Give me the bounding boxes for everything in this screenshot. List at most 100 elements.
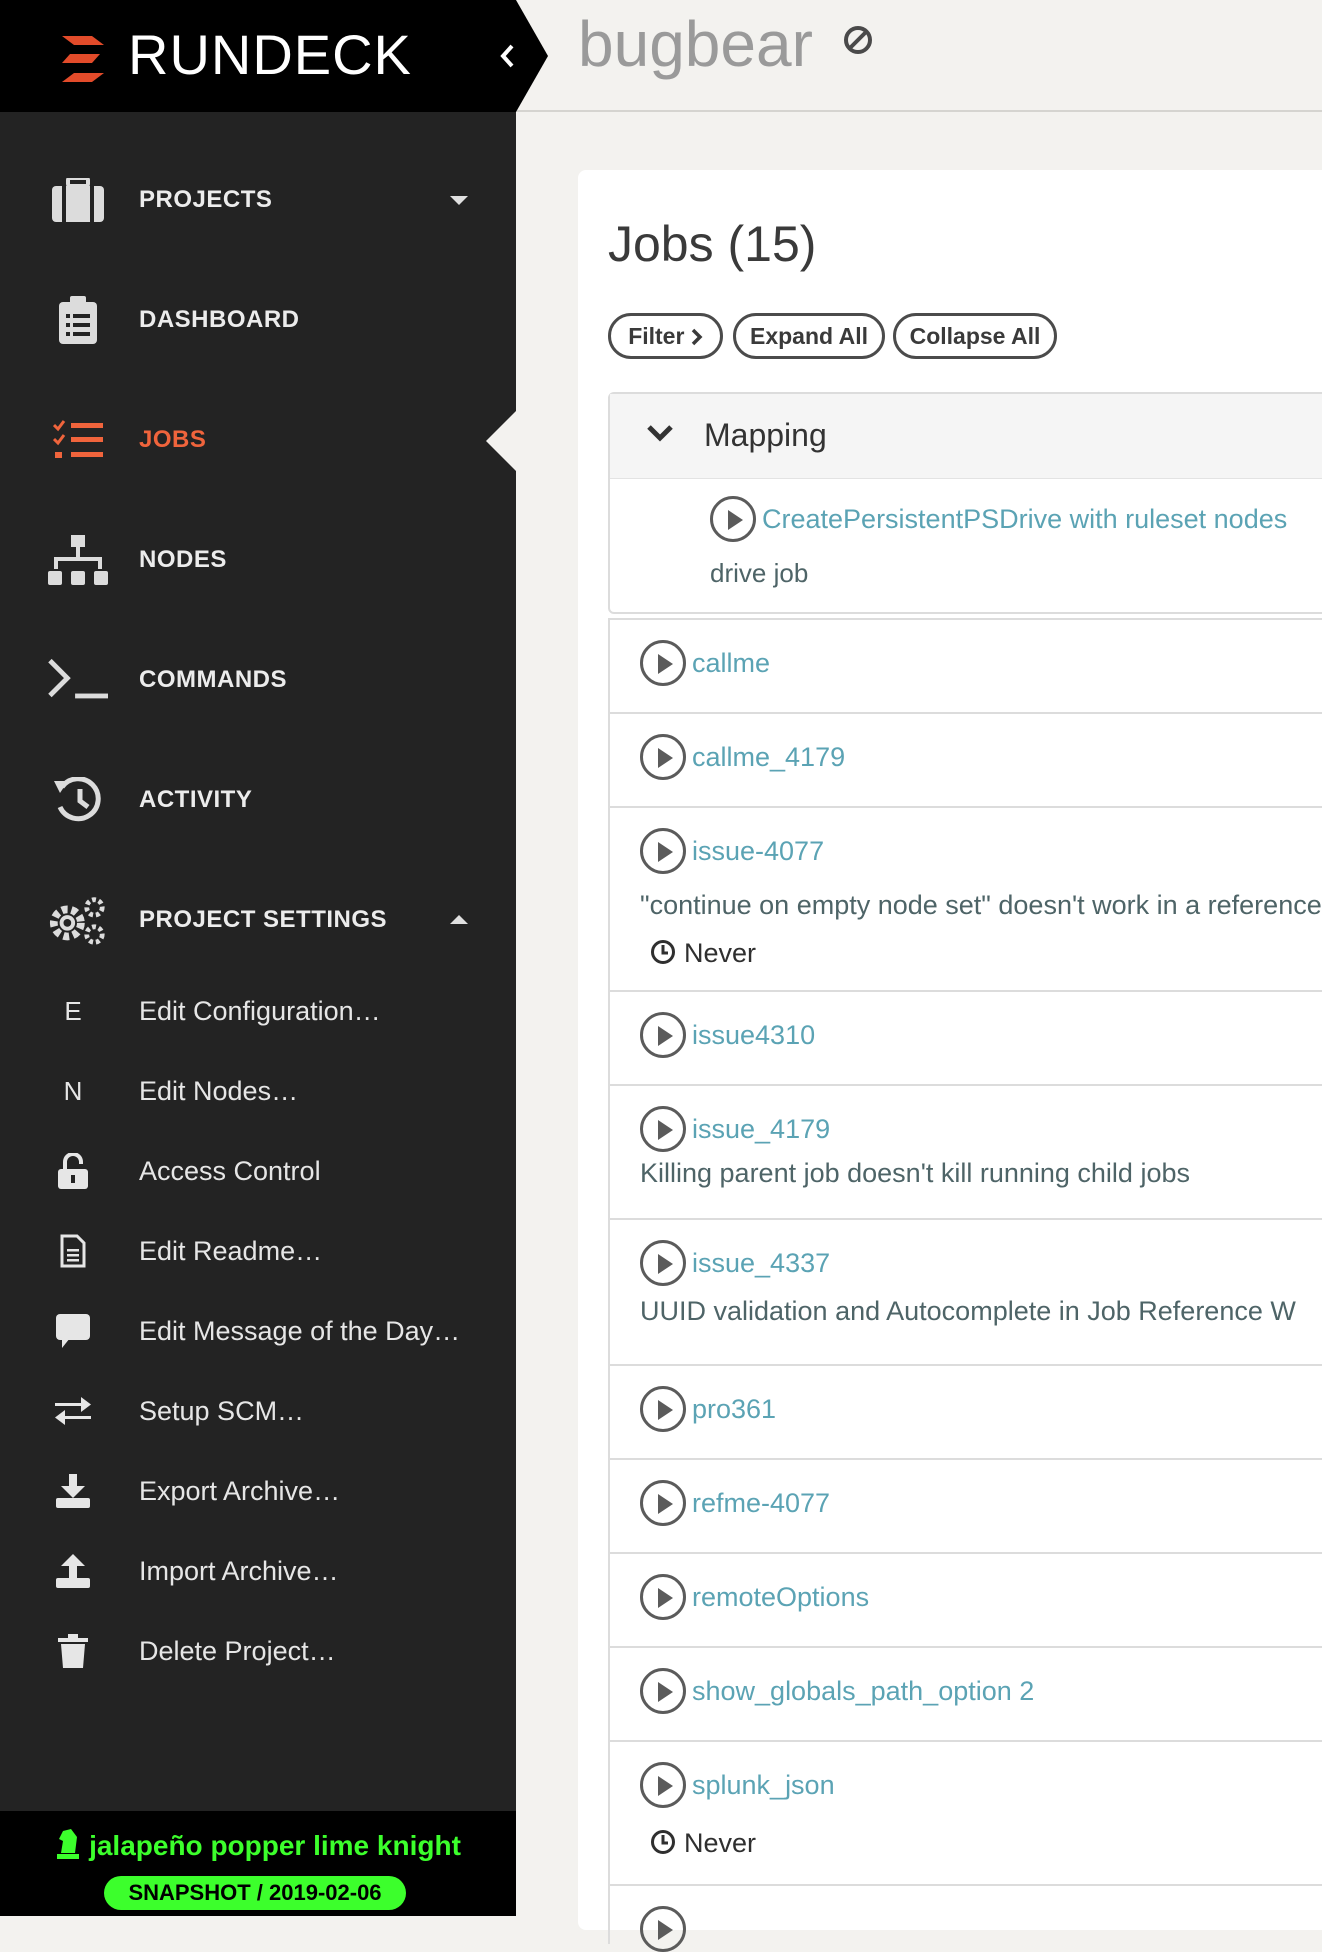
job-row: issue-4077 "continue on empty node set" … — [608, 806, 1322, 990]
letter-e-icon: E — [64, 995, 82, 1026]
nav-commands-label: COMMANDS — [139, 666, 287, 693]
settings-import-archive[interactable]: Import Archive… — [0, 1536, 516, 1606]
settings-export-archive[interactable]: Export Archive… — [0, 1456, 516, 1526]
job-link[interactable]: issue4310 — [692, 1020, 815, 1050]
terminal-icon — [48, 640, 108, 720]
job-row: show_globals_path_option 2 — [608, 1646, 1322, 1740]
play-icon[interactable] — [640, 1906, 686, 1952]
job-link[interactable]: callme_4179 — [692, 742, 845, 772]
job-description: drive job — [710, 558, 809, 588]
settings-edit-configuration[interactable]: E Edit Configuration… — [0, 976, 516, 1046]
job-group-mapping: Mapping CreatePersistentPSDrive with rul… — [608, 392, 1322, 614]
settings-item-label: Access Control — [139, 1156, 321, 1186]
settings-item-label: Export Archive… — [139, 1476, 341, 1506]
job-link[interactable]: callme — [692, 648, 770, 678]
nav-project-settings-label: PROJECT SETTINGS — [139, 906, 388, 933]
brand-name: RUNDECK — [128, 23, 412, 86]
job-row: remoteOptions — [608, 1552, 1322, 1646]
nav-projects[interactable]: PROJECTS — [0, 160, 516, 240]
play-icon[interactable] — [640, 1240, 686, 1286]
collapse-all-button[interactable]: Collapse All — [893, 313, 1057, 359]
play-icon[interactable] — [640, 1480, 686, 1526]
nav-jobs[interactable]: JOBS — [0, 400, 516, 480]
job-description: Killing parent job doesn't kill running … — [640, 1158, 1190, 1188]
settings-access-control[interactable]: Access Control — [0, 1136, 516, 1206]
brand-bar[interactable]: RUNDECK — [0, 0, 516, 112]
nav-nodes-label: NODES — [139, 546, 227, 573]
version-name: jalapeño popper lime knight — [0, 1829, 516, 1862]
play-icon[interactable] — [710, 496, 756, 542]
transfer-icon — [50, 1376, 96, 1446]
briefcase-icon — [48, 160, 108, 240]
play-icon[interactable] — [640, 640, 686, 686]
chevron-down-icon — [450, 196, 468, 205]
settings-edit-nodes[interactable]: N Edit Nodes… — [0, 1056, 516, 1126]
job-link[interactable]: remoteOptions — [692, 1582, 869, 1612]
play-icon[interactable] — [640, 1574, 686, 1620]
ban-icon — [844, 26, 872, 54]
filter-button[interactable]: Filter — [608, 313, 723, 359]
rundeck-logo-icon — [62, 36, 104, 82]
nav-project-settings[interactable]: PROJECT SETTINGS — [0, 880, 516, 960]
job-schedule-text: Never — [684, 1828, 757, 1858]
job-row: callme — [608, 618, 1322, 712]
play-icon[interactable] — [640, 1106, 686, 1152]
page-title: Jobs (15) — [608, 216, 817, 272]
job-row — [608, 1884, 1322, 1952]
job-row: pro361 — [608, 1364, 1322, 1458]
job-link[interactable]: show_globals_path_option 2 — [692, 1676, 1034, 1706]
job-link[interactable]: splunk_json — [692, 1770, 835, 1800]
settings-item-label: Edit Readme… — [139, 1236, 323, 1266]
group-title: Mapping — [704, 417, 827, 453]
job-link[interactable]: issue_4337 — [692, 1248, 830, 1278]
nav-commands[interactable]: COMMANDS — [0, 640, 516, 720]
nav-activity-label: ACTIVITY — [139, 786, 253, 813]
play-icon[interactable] — [640, 828, 686, 874]
clipboard-icon — [48, 280, 108, 360]
job-link[interactable]: CreatePersistentPSDrive with ruleset nod… — [762, 504, 1287, 534]
settings-edit-readme[interactable]: Edit Readme… — [0, 1216, 516, 1286]
nav-dashboard[interactable]: DASHBOARD — [0, 280, 516, 360]
job-schedule: Never — [650, 938, 756, 969]
clock-icon — [651, 940, 675, 964]
settings-setup-scm[interactable]: Setup SCM… — [0, 1376, 516, 1446]
play-icon[interactable] — [640, 1762, 686, 1808]
expand-all-button[interactable]: Expand All — [733, 313, 885, 359]
chevron-left-icon[interactable] — [500, 44, 514, 68]
job-schedule: Never — [650, 1828, 756, 1859]
job-link[interactable]: pro361 — [692, 1394, 776, 1424]
project-title: bugbear — [578, 8, 813, 80]
snapshot-badge: SNAPSHOT / 2019-02-06 — [104, 1876, 406, 1910]
chevron-up-icon — [450, 915, 468, 924]
settings-edit-motd[interactable]: Edit Message of the Day… — [0, 1296, 516, 1366]
chevron-right-icon — [691, 328, 703, 346]
sidebar: RUNDECK PROJECTS DASHBOARD JOBS NODES CO… — [0, 0, 516, 1916]
settings-item-label: Edit Configuration… — [139, 996, 381, 1026]
sidebar-collapse-tab[interactable] — [516, 0, 548, 112]
upload-icon — [50, 1536, 96, 1606]
settings-item-label: Setup SCM… — [139, 1396, 305, 1426]
play-icon[interactable] — [640, 1386, 686, 1432]
job-link[interactable]: refme-4077 — [692, 1488, 830, 1518]
nav-activity[interactable]: ACTIVITY — [0, 760, 516, 840]
nav-nodes[interactable]: NODES — [0, 520, 516, 600]
settings-delete-project[interactable]: Delete Project… — [0, 1616, 516, 1686]
play-icon[interactable] — [640, 1668, 686, 1714]
file-icon — [50, 1216, 96, 1286]
play-icon[interactable] — [640, 1012, 686, 1058]
chess-knight-icon — [57, 1829, 80, 1859]
cogs-icon — [48, 880, 108, 960]
version-name-text: jalapeño popper lime knight — [89, 1830, 461, 1861]
play-icon[interactable] — [640, 734, 686, 780]
filter-button-label: Filter — [628, 323, 685, 349]
nav-projects-label: PROJECTS — [139, 186, 273, 213]
group-header[interactable]: Mapping — [610, 394, 1322, 479]
job-row: splunk_json Never — [608, 1740, 1322, 1884]
job-description: "continue on empty node set" doesn't wor… — [640, 890, 1322, 920]
job-link[interactable]: issue-4077 — [692, 836, 824, 866]
history-icon — [48, 760, 108, 840]
job-row: issue_4337 UUID validation and Autocompl… — [608, 1218, 1322, 1364]
job-link[interactable]: issue_4179 — [692, 1114, 830, 1144]
version-footer: jalapeño popper lime knight SNAPSHOT / 2… — [0, 1811, 516, 1916]
unlock-icon — [50, 1136, 96, 1206]
